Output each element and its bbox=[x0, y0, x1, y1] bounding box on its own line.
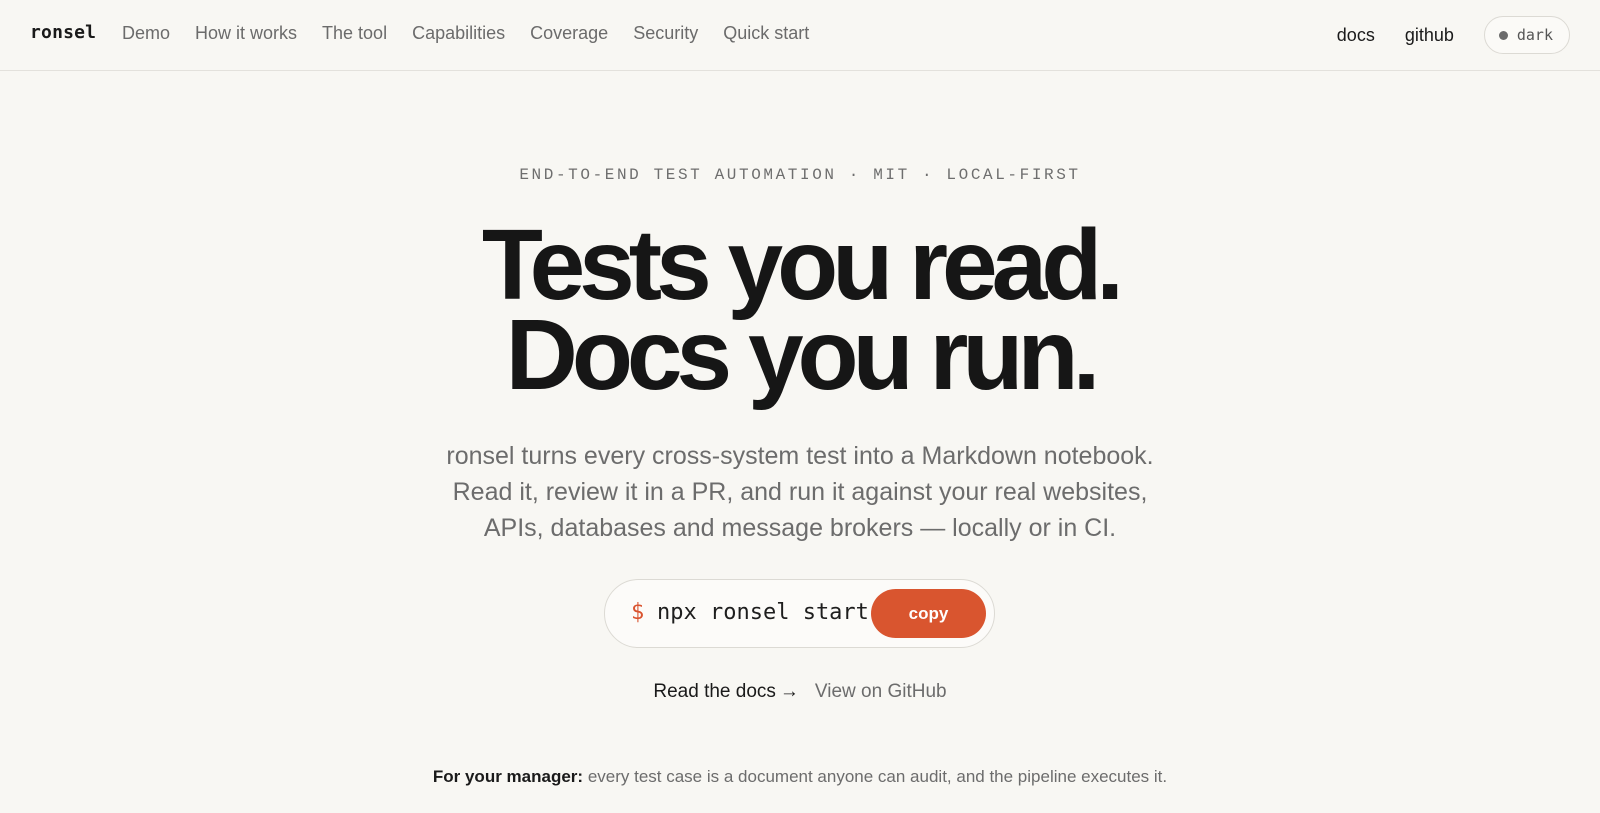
main-nav: Demo How it works The tool Capabilities … bbox=[122, 23, 834, 44]
copy-command-button[interactable]: copy bbox=[871, 589, 986, 638]
hero-headline: Tests you read. Docs you run. bbox=[0, 209, 1600, 411]
arrow-right-icon: → bbox=[779, 681, 799, 702]
top-navigation: ronsel Demo How it works The tool Capabi… bbox=[0, 0, 1600, 71]
hero-links: Read the docs → View on GitHub bbox=[0, 681, 1600, 703]
description-line-1: ronsel turns every cross-system test int… bbox=[446, 442, 1154, 470]
install-command-text[interactable]: npx ronsel start bbox=[657, 600, 869, 625]
description-line-3: APIs, databases and message brokers — lo… bbox=[483, 514, 1117, 542]
view-github-link[interactable]: View on GitHub bbox=[815, 681, 947, 702]
nav-link-security[interactable]: Security bbox=[633, 23, 698, 44]
nav-link-capabilities[interactable]: Capabilities bbox=[412, 23, 505, 44]
headline-line-1: Tests you read. bbox=[481, 209, 1124, 321]
description-line-2: Read it, review it in a PR, and run it a… bbox=[452, 478, 1148, 506]
nav-link-the-tool[interactable]: The tool bbox=[322, 23, 387, 44]
nav-link-demo[interactable]: Demo bbox=[122, 23, 170, 44]
manager-note-text: every test case is a document anyone can… bbox=[587, 767, 1168, 786]
nav-link-github[interactable]: github bbox=[1405, 25, 1454, 46]
hero-description: ronsel turns every cross-system test int… bbox=[0, 438, 1600, 546]
theme-toggle-label: dark bbox=[1516, 26, 1553, 44]
hero-eyebrow: END-TO-END TEST AUTOMATION · MIT · LOCAL… bbox=[519, 166, 1081, 184]
nav-right-group: docs github dark bbox=[1337, 16, 1570, 54]
nav-link-how-it-works[interactable]: How it works bbox=[195, 23, 297, 44]
nav-link-coverage[interactable]: Coverage bbox=[530, 23, 608, 44]
headline-line-2: Docs you run. bbox=[505, 299, 1101, 411]
manager-note: For your manager: every test case is a d… bbox=[0, 767, 1600, 787]
shell-prompt: $ bbox=[631, 600, 645, 625]
nav-link-quick-start[interactable]: Quick start bbox=[723, 23, 809, 44]
theme-toggle-button[interactable]: dark bbox=[1483, 16, 1570, 54]
manager-note-label: For your manager: bbox=[432, 767, 584, 786]
brand-logo[interactable]: ronsel bbox=[30, 22, 96, 43]
read-docs-link[interactable]: Read the docs bbox=[653, 681, 776, 702]
install-command-box: $ npx ronsel start copy bbox=[604, 579, 995, 648]
nav-link-docs[interactable]: docs bbox=[1337, 25, 1375, 46]
dot-icon bbox=[1498, 30, 1508, 40]
